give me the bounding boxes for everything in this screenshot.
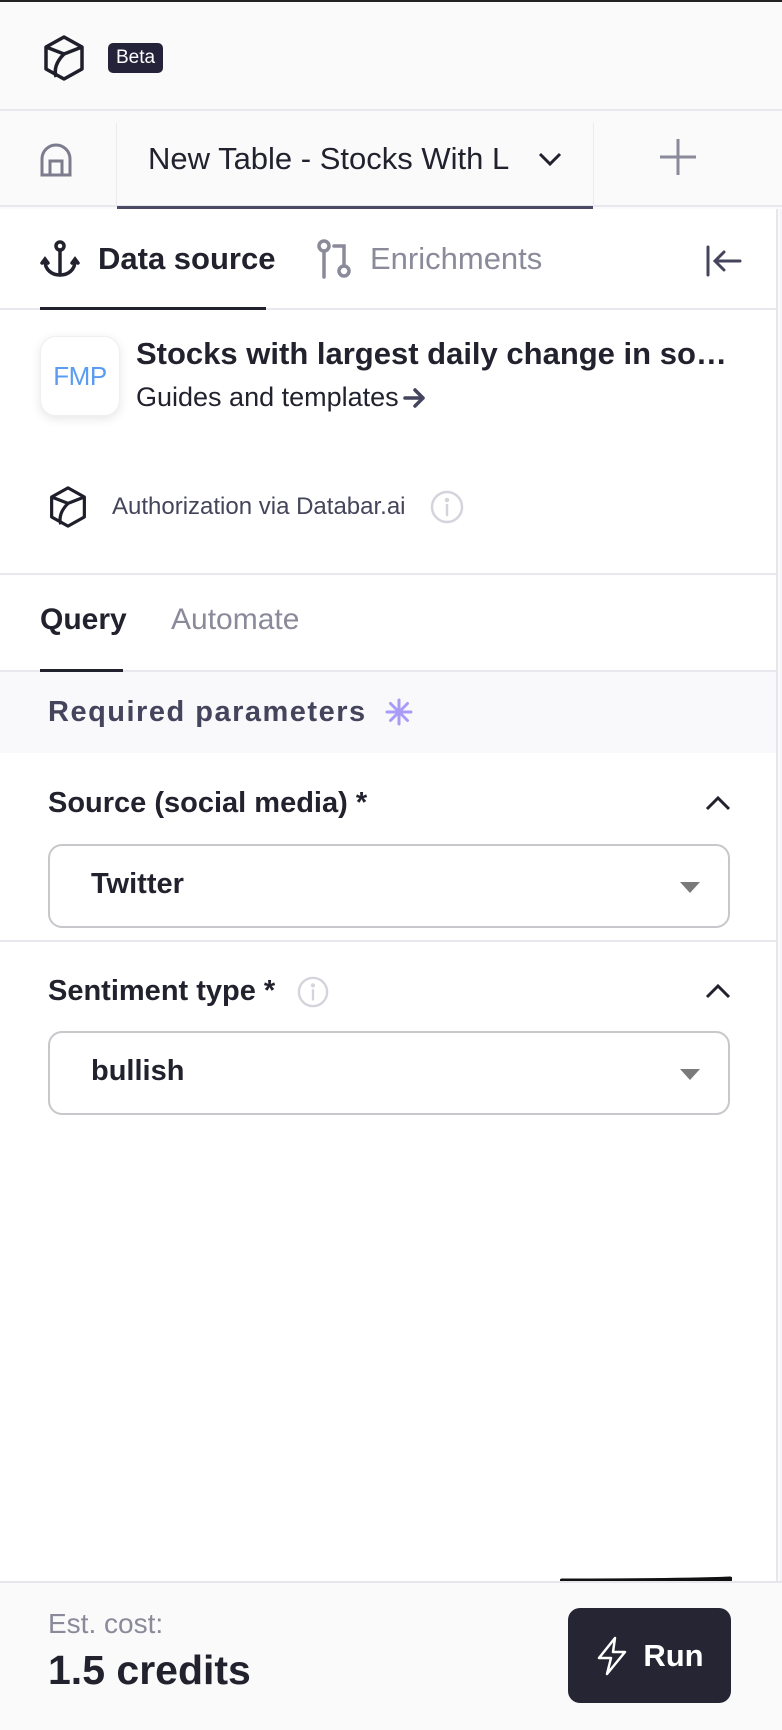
beta-badge: Beta — [108, 43, 164, 73]
side-panel: Data source Enrichments FMP Stocks with … — [0, 209, 778, 1581]
required-parameters-header: Required parameters — [0, 672, 776, 753]
databar-logo-icon — [50, 486, 86, 528]
databar-logo-icon[interactable] — [42, 34, 86, 82]
required-parameters-title: Required parameters — [48, 696, 367, 728]
query-tabs: Query Automate — [0, 575, 776, 672]
est-cost-label: Est. cost: — [48, 1608, 164, 1639]
tab-query[interactable]: Query — [40, 603, 127, 637]
tab-data-source[interactable]: Data source — [40, 239, 275, 279]
chevron-up-icon[interactable] — [704, 793, 732, 813]
info-icon[interactable] — [297, 976, 329, 1008]
run-button[interactable]: Run — [568, 1608, 731, 1703]
arrow-right-icon — [402, 387, 425, 408]
panel-tabs: Data source Enrichments — [0, 209, 776, 310]
anchor-icon — [40, 240, 80, 277]
tab-automate[interactable]: Automate — [171, 603, 299, 637]
dropdown-arrow-icon — [680, 882, 700, 893]
enrichments-icon — [317, 239, 351, 279]
field-label-text: Sentiment type * — [48, 975, 276, 1007]
divider — [0, 940, 776, 942]
table-tab-bar: New Table - Stocks With L — [0, 111, 782, 209]
table-tab-label: New Table - Stocks With L — [148, 141, 510, 176]
authorization-text: Authorization via Databar.ai — [112, 493, 406, 520]
run-button-label: Run — [643, 1637, 704, 1673]
est-cost-value: 1.5 credits — [48, 1647, 251, 1693]
fmp-logo: FMP — [40, 336, 120, 416]
asterisk-icon — [385, 698, 413, 726]
collapse-panel-icon[interactable] — [704, 245, 744, 277]
run-footer: Est. cost: 1.5 credits Run — [0, 1581, 782, 1730]
guides-link-label: Guides and templates — [136, 382, 399, 412]
field-label-text: Source (social media) * — [48, 787, 368, 819]
guides-link[interactable]: Guides and templates — [136, 382, 427, 413]
home-icon[interactable] — [36, 141, 76, 181]
table-tab-active[interactable]: New Table - Stocks With L — [117, 111, 593, 209]
select-value: Twitter — [91, 868, 184, 900]
info-icon[interactable] — [430, 490, 464, 524]
tab-enrichments-label: Enrichments — [370, 241, 543, 276]
chevron-down-icon[interactable] — [535, 147, 565, 171]
chevron-up-icon[interactable] — [704, 981, 732, 1001]
authorization-row: Authorization via Databar.ai — [48, 482, 464, 532]
select-value: bullish — [91, 1055, 185, 1087]
add-tab-icon[interactable] — [658, 137, 698, 177]
source-card: FMP Stocks with largest daily change in … — [0, 310, 776, 575]
source-select[interactable]: Twitter — [48, 844, 730, 928]
field-label: Sentiment type * — [48, 975, 329, 1008]
tab-data-source-label: Data source — [98, 241, 276, 276]
tab-separator — [593, 123, 594, 207]
source-title: Stocks with largest daily change in soci… — [136, 336, 736, 371]
dropdown-arrow-icon — [680, 1069, 700, 1080]
sentiment-select[interactable]: bullish — [48, 1031, 730, 1115]
app-header: Beta — [0, 2, 782, 111]
tab-enrichments[interactable]: Enrichments — [316, 239, 542, 279]
lightning-icon — [598, 1636, 627, 1675]
field-label: Source (social media) * — [48, 787, 367, 820]
